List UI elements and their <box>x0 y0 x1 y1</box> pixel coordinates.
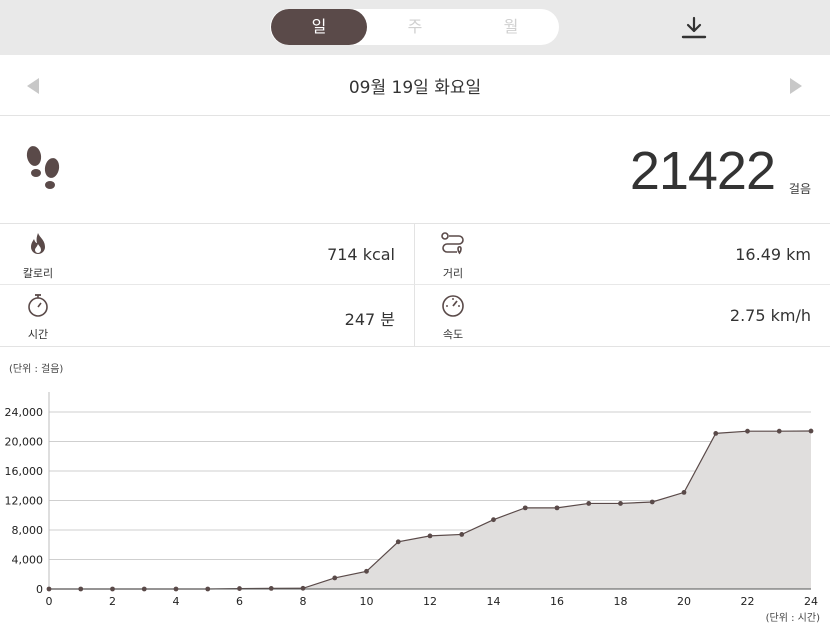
tab-day[interactable]: 일 <box>271 9 367 45</box>
stat-time: 시간 247 분 <box>0 285 415 346</box>
tab-week[interactable]: 주 <box>367 9 463 45</box>
stat-speed-value: 2.75 km/h <box>729 306 811 325</box>
stat-time-label: 시간 <box>27 328 49 341</box>
date-title: 09월 19일 화요일 <box>348 78 482 98</box>
x-tick-label: 14 <box>487 595 501 608</box>
data-point <box>776 428 782 434</box>
y-tick-label: 8,000 <box>12 524 44 537</box>
data-point <box>713 430 719 436</box>
x-tick-label: 8 <box>300 595 307 608</box>
data-point <box>268 586 274 591</box>
data-point <box>522 505 528 511</box>
footprints-icon <box>26 146 60 189</box>
data-point <box>586 501 592 506</box>
step-unit: 걸음 <box>788 182 811 196</box>
date-navigation: 09월 19일 화요일 <box>0 55 830 116</box>
data-point <box>173 586 179 592</box>
download-icon[interactable] <box>680 14 708 42</box>
x-tick-label: 16 <box>550 595 564 608</box>
data-point <box>808 428 814 434</box>
speedometer-icon <box>442 295 464 317</box>
stat-speed-label: 속도 <box>442 328 464 341</box>
data-point <box>300 585 306 591</box>
top-bar: 일 주 월 <box>0 0 830 55</box>
data-point <box>427 533 433 539</box>
stat-calorie-label: 칼로리 <box>22 267 54 280</box>
x-tick-label: 12 <box>423 595 437 608</box>
steps-chart: 04,0008,00012,00016,00020,00024,0000 2 4 6 8… <box>5 392 818 608</box>
data-point <box>745 428 750 434</box>
data-point <box>618 501 623 506</box>
data-point <box>395 539 401 545</box>
flame-icon <box>31 233 45 254</box>
chart-x-unit: (단위 : 시간) <box>765 613 820 624</box>
steps-summary: 21422 걸음 <box>0 116 830 224</box>
y-tick-label: 16,000 <box>5 465 44 478</box>
step-count: 21422 <box>629 141 776 201</box>
data-point <box>110 586 115 592</box>
data-point <box>459 532 465 537</box>
tab-month[interactable]: 월 <box>463 9 559 45</box>
stats-grid: 칼로리 714 kcal 거리 16.49 km 시간 247 분 속도 2.7 <box>0 224 830 347</box>
series-area <box>49 431 811 589</box>
period-segmented-control: 일 주 월 <box>270 9 559 45</box>
data-point <box>332 575 338 581</box>
x-tick-label: 24 <box>804 595 818 608</box>
x-tick-label: 18 <box>614 595 628 608</box>
x-tick-label: 6 <box>236 595 243 608</box>
data-point <box>46 586 52 592</box>
x-tick-label: 2 <box>109 595 116 608</box>
data-point <box>491 517 496 523</box>
stat-calorie: 칼로리 714 kcal <box>0 224 415 285</box>
route-icon <box>441 232 464 255</box>
stat-distance-label: 거리 <box>442 267 464 280</box>
y-tick-label: 4,000 <box>12 554 44 567</box>
x-tick-label: 10 <box>360 595 374 608</box>
y-tick-label: 0 <box>36 583 43 596</box>
x-tick-label: 0 <box>46 595 53 608</box>
x-tick-label: 22 <box>741 595 755 608</box>
chart-y-unit: (단위 : 걸음) <box>9 364 64 375</box>
data-point <box>554 505 560 511</box>
y-tick-label: 20,000 <box>5 436 44 449</box>
stopwatch-icon <box>28 294 48 317</box>
data-point <box>364 568 369 574</box>
data-point <box>205 586 211 592</box>
data-point <box>237 586 242 591</box>
x-tick-label: 4 <box>173 595 180 608</box>
stat-distance-value: 16.49 km <box>735 245 811 264</box>
data-point <box>681 489 687 495</box>
stat-distance: 거리 16.49 km <box>415 224 830 285</box>
y-tick-label: 24,000 <box>5 406 44 419</box>
chevron-right-icon[interactable] <box>788 77 804 95</box>
data-point <box>141 586 147 592</box>
data-point <box>649 499 655 505</box>
data-point <box>78 586 84 592</box>
x-tick-label: 20 <box>677 595 691 608</box>
stat-speed: 속도 2.75 km/h <box>415 285 830 346</box>
y-tick-label: 12,000 <box>5 495 44 508</box>
stat-calorie-value: 714 kcal <box>327 245 395 264</box>
stat-time-value: 247 분 <box>344 310 395 329</box>
